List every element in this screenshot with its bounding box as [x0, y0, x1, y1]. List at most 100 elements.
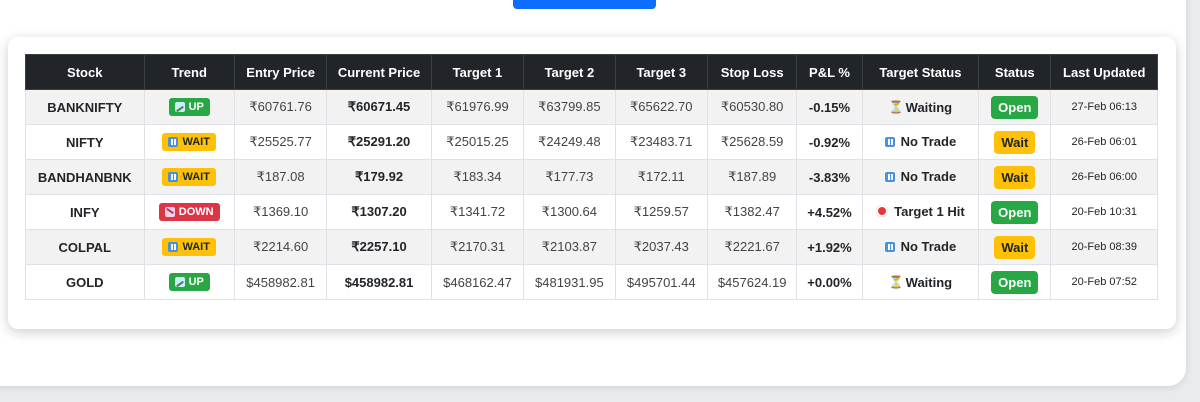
- target-status-cell: No Trade: [861, 124, 980, 160]
- pause-icon: [168, 172, 179, 182]
- target-status-label: Target 1 Hit: [894, 203, 965, 219]
- column-header[interactable]: Status: [978, 54, 1052, 90]
- target-status: No Trade: [884, 134, 956, 149]
- trend-label: UP: [188, 276, 204, 288]
- column-header[interactable]: Trend: [143, 54, 235, 90]
- table-row[interactable]: BANKNIFTY UP ₹60761.76 ₹60671.45 ₹61976.99 ₹6…: [25, 89, 1158, 125]
- pnl-cell: +0.00%: [796, 264, 863, 300]
- status-button[interactable]: Open: [991, 200, 1039, 224]
- target-3-cell: ₹23483.71: [614, 124, 708, 160]
- column-header[interactable]: Target Status: [861, 54, 980, 90]
- trend-badge: UP: [168, 98, 210, 116]
- target-1-cell: ₹25015.25: [430, 124, 525, 160]
- target-status: ⏳ Waiting: [889, 275, 952, 290]
- status-button[interactable]: Wait: [994, 235, 1036, 259]
- target-status: No Trade: [884, 239, 956, 254]
- stop-loss-cell: ₹187.89: [706, 159, 798, 195]
- current-price-cell: ₹1307.20: [326, 194, 432, 230]
- target-status: Target 1 Hit: [876, 204, 965, 219]
- stock-cell: BANKNIFTY: [25, 89, 145, 125]
- chart-up-icon: [174, 102, 185, 112]
- target-1-cell: ₹183.34: [430, 159, 525, 195]
- target-2-cell: ₹1300.64: [523, 194, 616, 230]
- table-header-row: Stock Trend Entry Price Current Price Target…: [25, 54, 1158, 90]
- last-updated-cell: 26-Feb 06:00: [1050, 159, 1158, 195]
- trend-cell: UP: [143, 89, 235, 125]
- table-row[interactable]: BANDHANBNK WAIT ₹187.08 ₹179.92 ₹183.34 ₹177.…: [25, 159, 1158, 195]
- pause-icon: [884, 241, 895, 252]
- column-header[interactable]: Target 2: [523, 54, 616, 90]
- column-header[interactable]: Target 1: [430, 54, 525, 90]
- column-header[interactable]: Entry Price: [233, 54, 328, 90]
- trend-label: UP: [188, 101, 204, 113]
- column-header[interactable]: Stock: [25, 54, 145, 90]
- target-status-label: Waiting: [905, 99, 953, 115]
- current-price-cell: ₹60671.45: [326, 89, 432, 125]
- stock-cell: NIFTY: [25, 124, 145, 160]
- status-cell: Wait: [978, 229, 1052, 265]
- stop-loss-cell: $457624.19: [706, 264, 798, 300]
- column-header[interactable]: Target 3: [614, 54, 708, 90]
- current-price-cell: $458982.81: [326, 264, 432, 300]
- last-updated-cell: 20-Feb 10:31: [1050, 194, 1158, 230]
- table-row[interactable]: GOLD UP $458982.81 $458982.81 $468162.47 $481…: [25, 264, 1158, 300]
- target-1-cell: $468162.47: [430, 264, 525, 300]
- entry-price-cell: ₹25525.77: [233, 124, 328, 160]
- status-cell: Open: [978, 194, 1052, 230]
- status-button[interactable]: Wait: [994, 165, 1036, 189]
- target-3-cell: ₹2037.43: [614, 229, 708, 265]
- entry-price-cell: ₹60761.76: [233, 89, 328, 125]
- pause-icon: [884, 136, 895, 147]
- status-button[interactable]: Open: [991, 95, 1039, 119]
- pause-icon: [168, 137, 179, 147]
- last-updated-cell: 20-Feb 07:52: [1050, 264, 1158, 300]
- status-button[interactable]: Wait: [994, 130, 1036, 154]
- column-header[interactable]: Stop Loss: [706, 54, 798, 90]
- trend-badge: WAIT: [162, 168, 216, 186]
- target-status-cell: No Trade: [861, 229, 980, 265]
- primary-action-button[interactable]: [513, 0, 656, 9]
- entry-price-cell: ₹1369.10: [233, 194, 328, 230]
- pnl-cell: -0.92%: [796, 124, 863, 160]
- target-3-cell: ₹172.11: [614, 159, 708, 195]
- table-row[interactable]: COLPAL WAIT ₹2214.60 ₹2257.10 ₹2170.31 ₹2103.…: [25, 229, 1158, 265]
- trend-badge: DOWN: [158, 203, 220, 221]
- stock-cell: GOLD: [25, 264, 145, 300]
- target-2-cell: ₹177.73: [523, 159, 616, 195]
- trend-badge: UP: [168, 273, 210, 291]
- target-3-cell: ₹1259.57: [614, 194, 708, 230]
- target-status: ⏳ Waiting: [889, 100, 952, 115]
- table-row[interactable]: INFY DOWN ₹1369.10 ₹1307.20 ₹1341.72 ₹1300.64…: [25, 194, 1158, 230]
- stop-loss-cell: ₹60530.80: [706, 89, 798, 125]
- stock-cell: COLPAL: [25, 229, 145, 265]
- target-2-cell: $481931.95: [523, 264, 616, 300]
- target-1-cell: ₹1341.72: [430, 194, 525, 230]
- trend-cell: WAIT: [143, 124, 235, 160]
- current-price-cell: ₹179.92: [326, 159, 432, 195]
- target-status-cell: No Trade: [861, 159, 980, 195]
- target-status-label: No Trade: [900, 169, 957, 185]
- table-row[interactable]: NIFTY WAIT ₹25525.77 ₹25291.20 ₹25015.25 ₹242…: [25, 124, 1158, 160]
- column-header[interactable]: Last Updated: [1050, 54, 1158, 90]
- column-header[interactable]: Current Price: [326, 54, 432, 90]
- stop-loss-cell: ₹2221.67: [706, 229, 798, 265]
- trend-cell: WAIT: [143, 229, 235, 265]
- current-price-cell: ₹2257.10: [326, 229, 432, 265]
- stop-loss-cell: ₹1382.47: [706, 194, 798, 230]
- entry-price-cell: ₹187.08: [233, 159, 328, 195]
- target-3-cell: ₹65622.70: [614, 89, 708, 125]
- hourglass-icon: ⏳: [888, 275, 904, 290]
- pause-icon: [884, 171, 895, 182]
- column-header[interactable]: P&L %: [796, 54, 863, 90]
- entry-price-cell: $458982.81: [233, 264, 328, 300]
- trend-badge: WAIT: [162, 238, 216, 256]
- status-button[interactable]: Open: [991, 270, 1039, 294]
- pnl-cell: +1.92%: [796, 229, 863, 265]
- chart-up-icon: [174, 277, 185, 287]
- pnl-cell: +4.52%: [796, 194, 863, 230]
- status-cell: Open: [978, 264, 1052, 300]
- trend-label: WAIT: [182, 241, 210, 253]
- target-1-cell: ₹61976.99: [430, 89, 525, 125]
- hourglass-icon: ⏳: [888, 100, 904, 115]
- target-icon: [876, 205, 889, 218]
